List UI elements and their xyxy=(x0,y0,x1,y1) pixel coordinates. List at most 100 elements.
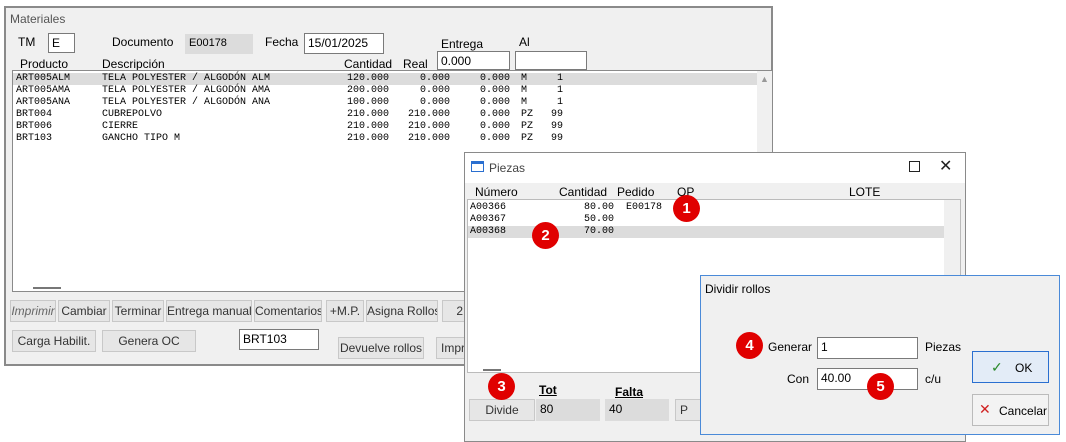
cell-numero: A00367 xyxy=(470,214,507,225)
entrega-manual-button[interactable]: Entrega manual xyxy=(166,300,252,322)
cell-pendiente: 0.000 xyxy=(479,133,510,144)
devuelve-rollos-button[interactable]: Devuelve rollos xyxy=(338,337,424,359)
cambiar-button[interactable]: Cambiar xyxy=(58,300,110,322)
cell-producto: BRT004 xyxy=(16,109,53,120)
entrega-field[interactable]: 0.000 xyxy=(437,51,510,70)
cell-tipo: 1 xyxy=(556,97,563,108)
cell-tipo: 1 xyxy=(556,73,563,84)
partial-button[interactable]: 2 xyxy=(442,300,466,322)
table-row[interactable]: ART005ALM TELA POLYESTER / ALGODÓN ALM 1… xyxy=(13,73,772,85)
cell-producto: BRT006 xyxy=(16,121,53,132)
cell-numero: A00366 xyxy=(470,202,507,213)
cell-pendiente: 0.000 xyxy=(479,73,510,84)
table-row[interactable]: BRT006 CIERRE 210.000 210.000 0.000 PZ 9… xyxy=(13,121,772,133)
col-lote: LOTE xyxy=(849,185,881,199)
piezas-label: Piezas xyxy=(925,340,962,354)
cell-tipo: 1 xyxy=(556,85,563,96)
cell-cantidad: 70.00 xyxy=(583,226,614,237)
marker-2: 2 xyxy=(532,222,559,249)
cell-numero: A00368 xyxy=(470,226,507,237)
entrega-label: Entrega xyxy=(441,37,484,51)
cell-cantidad: 210.000 xyxy=(346,109,389,120)
tm-label: TM xyxy=(18,35,36,49)
cell-unidad: M xyxy=(521,73,528,84)
cell-unidad: PZ xyxy=(521,121,534,132)
fecha-label: Fecha xyxy=(265,35,299,49)
cell-unidad: PZ xyxy=(521,109,534,120)
tot-field: 80 xyxy=(536,399,600,421)
cell-tipo: 99 xyxy=(550,109,563,120)
cell-producto: ART005ANA xyxy=(16,97,71,108)
window-title: Materiales xyxy=(10,12,66,26)
table-row[interactable]: BRT004 CUBREPOLVO 210.000 210.000 0.000 … xyxy=(13,109,772,121)
maximize-icon[interactable] xyxy=(909,161,920,172)
producto-field[interactable]: BRT103 xyxy=(239,329,319,350)
marker-3: 3 xyxy=(488,373,515,400)
cell-producto: ART005AMA xyxy=(16,85,71,96)
col-cantidad: Cantidad xyxy=(344,57,393,71)
cell-pendiente: 0.000 xyxy=(479,109,510,120)
generar-label: Generar xyxy=(768,340,813,354)
generar-field[interactable]: 1 xyxy=(817,337,918,359)
cancelar-button[interactable]: ✕ Cancelar xyxy=(972,394,1049,426)
window-icon xyxy=(471,161,484,172)
table-row[interactable]: A00366 80.00 E00178 xyxy=(468,202,960,214)
horizontal-scroll-thumb[interactable] xyxy=(33,287,61,289)
documento-field: E00178 xyxy=(185,34,253,54)
cell-tipo: 99 xyxy=(550,121,563,132)
imprimir-button[interactable]: Imprimir xyxy=(10,300,56,322)
cell-real: 0.000 xyxy=(419,85,450,96)
al-field[interactable] xyxy=(515,51,587,70)
scroll-up-icon[interactable]: ▲ xyxy=(760,74,769,84)
fecha-field[interactable]: 15/01/2025 xyxy=(304,33,384,54)
cell-pendiente: 0.000 xyxy=(479,97,510,108)
piezas-titlebar: Piezas ✕ xyxy=(465,153,965,183)
cell-tipo: 99 xyxy=(550,133,563,144)
table-row[interactable]: BRT103 GANCHO TIPO M 210.000 210.000 0.0… xyxy=(13,133,772,145)
col-descripcion: Descripción xyxy=(102,57,165,71)
col-numero: Número xyxy=(475,185,518,199)
cell-pendiente: 0.000 xyxy=(479,85,510,96)
marker-4: 4 xyxy=(736,332,763,359)
close-icon[interactable]: ✕ xyxy=(939,156,952,176)
marker-5: 5 xyxy=(867,373,894,400)
cell-descripcion: GANCHO TIPO M xyxy=(102,133,181,144)
cell-cantidad: 80.00 xyxy=(583,202,614,213)
divide-button[interactable]: Divide xyxy=(469,399,535,421)
col-real: Real xyxy=(403,57,428,71)
ok-label: OK xyxy=(1015,361,1033,375)
ok-button[interactable]: ✓ OK xyxy=(972,351,1049,383)
cell-producto: ART005ALM xyxy=(16,73,71,84)
cell-producto: BRT103 xyxy=(16,133,53,144)
cell-descripcion: TELA POLYESTER / ALGODÓN ALM xyxy=(102,73,271,84)
mas-mp-button[interactable]: +M.P. xyxy=(326,300,364,322)
cell-pendiente: 0.000 xyxy=(479,121,510,132)
impr-partial-button[interactable]: Impr xyxy=(436,337,466,359)
table-row[interactable]: ART005ANA TELA POLYESTER / ALGODÓN ANA 1… xyxy=(13,97,772,109)
table-row[interactable]: ART005AMA TELA POLYESTER / ALGODÓN AMA 2… xyxy=(13,85,772,97)
falta-label: Falta xyxy=(615,385,644,399)
tm-field[interactable]: E xyxy=(48,33,75,53)
cell-cantidad: 210.000 xyxy=(346,121,389,132)
cell-real: 210.000 xyxy=(407,133,450,144)
cell-cantidad: 200.000 xyxy=(346,85,389,96)
cu-label: c/u xyxy=(925,372,942,386)
genera-oc-button[interactable]: Genera OC xyxy=(102,330,196,352)
cell-cantidad: 210.000 xyxy=(346,133,389,144)
carga-habilit-button[interactable]: Carga Habilit. xyxy=(12,330,96,352)
cell-pedido: E00178 xyxy=(626,202,663,213)
cell-descripcion: CIERRE xyxy=(102,121,139,132)
asigna-rollos-button[interactable]: Asigna Rollos xyxy=(366,300,438,322)
cell-unidad: M xyxy=(521,85,528,96)
documento-label: Documento xyxy=(112,35,174,49)
al-label: Al xyxy=(519,35,530,49)
cell-unidad: PZ xyxy=(521,133,534,144)
falta-field: 40 xyxy=(605,399,669,421)
tot-label: Tot xyxy=(539,383,557,397)
con-label: Con xyxy=(787,372,810,386)
horizontal-scroll-thumb[interactable] xyxy=(483,369,501,371)
comentarios-button[interactable]: Comentarios xyxy=(254,300,322,322)
terminar-button[interactable]: Terminar xyxy=(112,300,164,322)
cell-cantidad: 50.00 xyxy=(583,214,614,225)
cell-unidad: M xyxy=(521,97,528,108)
